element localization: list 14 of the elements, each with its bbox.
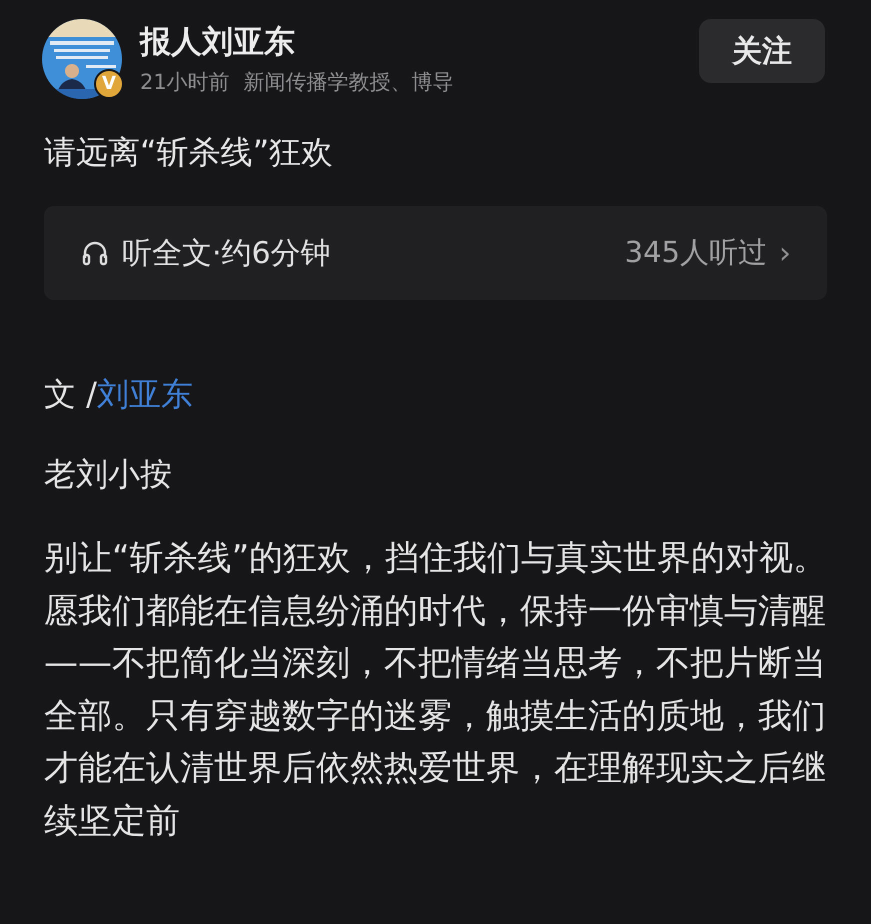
author-link[interactable]: 刘亚东	[96, 375, 193, 413]
post-time: 21小时前	[140, 69, 230, 96]
author-bio: 新闻传播学教授、博导	[244, 69, 454, 96]
author-name[interactable]: 报人刘亚东	[140, 22, 699, 62]
byline-label: 文 /	[44, 375, 97, 413]
verified-badge: V	[94, 69, 124, 99]
chevron-icon: ›	[779, 236, 791, 270]
listen-count: 345人听过	[624, 234, 767, 271]
listen-card[interactable]: 听全文·约6分钟 345人听过 ›	[44, 206, 827, 300]
section-heading: 老刘小按	[44, 454, 173, 495]
article-paragraph: 别让“斩杀线”的狂欢，挡住我们与真实世界的对视。愿我们都能在信息纷涌的时代，保持一份审慎与清醒——不把简化当深刻，不把情绪当思考，不把片断当全部。只有穿越数字的迷雾，触摸生活的质地，我们才能在认清世界后依然热爱世界，在理解现实之后继续坚定前	[44, 537, 828, 842]
article-title: 请远离“斩杀线”狂欢	[44, 132, 334, 173]
listen-label: 听全文·约6分钟	[122, 234, 331, 272]
follow-button[interactable]: 关注	[699, 19, 825, 83]
